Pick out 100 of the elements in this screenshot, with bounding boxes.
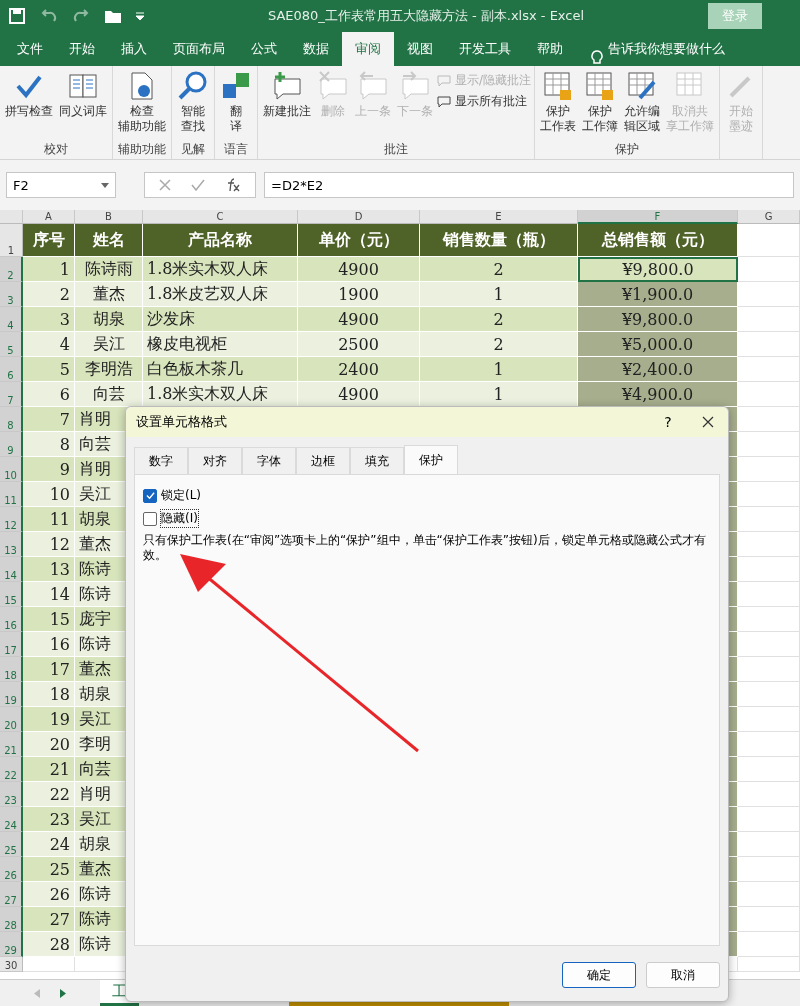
dialog-tab[interactable]: 字体 bbox=[242, 447, 296, 474]
row-header[interactable]: 13 bbox=[0, 532, 23, 557]
ribbon-tab[interactable]: 视图 bbox=[394, 32, 446, 66]
table-cell: 橡皮电视柜 bbox=[143, 332, 298, 357]
table-cell: 1.8米实木双人床 bbox=[143, 382, 298, 407]
ribbon-tab[interactable]: 页面布局 bbox=[160, 32, 238, 66]
column-header[interactable]: D bbox=[298, 210, 420, 224]
header-cell: 单价（元） bbox=[298, 224, 420, 257]
help-button[interactable]: ? bbox=[648, 414, 688, 430]
table-cell: 吴江 bbox=[75, 332, 143, 357]
table-cell: 5 bbox=[23, 357, 75, 382]
ribbon-tab[interactable]: 插入 bbox=[108, 32, 160, 66]
row-header[interactable]: 16 bbox=[0, 607, 23, 632]
row-header[interactable]: 19 bbox=[0, 682, 23, 707]
ribbon-tab[interactable]: 文件 bbox=[4, 32, 56, 66]
ribbon-button[interactable]: 显示所有批注 bbox=[437, 93, 532, 110]
row-header[interactable]: 20 bbox=[0, 707, 23, 732]
ribbon-button[interactable]: 检查 辅助功能 bbox=[116, 70, 168, 141]
checkbox[interactable]: 隐藏(I) bbox=[143, 510, 198, 527]
dialog-tab[interactable]: 数字 bbox=[134, 447, 188, 474]
table-cell: 15 bbox=[23, 607, 75, 632]
ribbon-tab[interactable]: 公式 bbox=[238, 32, 290, 66]
table-cell: ¥1,900.0 bbox=[578, 282, 738, 307]
table-cell: 1 bbox=[420, 382, 578, 407]
row-header[interactable]: 4 bbox=[0, 307, 23, 332]
column-header[interactable]: E bbox=[420, 210, 578, 224]
row-header[interactable]: 27 bbox=[0, 882, 23, 907]
column-header[interactable]: C bbox=[143, 210, 298, 224]
checkbox[interactable]: 锁定(L) bbox=[143, 487, 202, 504]
row-header[interactable]: 9 bbox=[0, 432, 23, 457]
table-cell: 6 bbox=[23, 382, 75, 407]
name-box[interactable]: F2 bbox=[6, 172, 116, 198]
column-header[interactable]: G bbox=[738, 210, 800, 224]
row-header[interactable]: 29 bbox=[0, 932, 23, 957]
table-cell: 2 bbox=[420, 257, 578, 282]
ribbon-button[interactable]: 新建批注 bbox=[261, 70, 313, 141]
customize-icon[interactable] bbox=[136, 12, 144, 20]
ribbon-button[interactable]: 允许编 辑区域 bbox=[622, 70, 663, 141]
row-header[interactable]: 10 bbox=[0, 457, 23, 482]
dialog-tab[interactable]: 边框 bbox=[296, 447, 350, 474]
row-header[interactable]: 11 bbox=[0, 482, 23, 507]
row-header[interactable]: 15 bbox=[0, 582, 23, 607]
row-header[interactable]: 14 bbox=[0, 557, 23, 582]
ribbon-button[interactable]: 翻 译 bbox=[218, 70, 254, 141]
header-cell: 总销售额（元） bbox=[578, 224, 738, 257]
table-cell: 13 bbox=[23, 557, 75, 582]
row-header[interactable]: 3 bbox=[0, 282, 23, 307]
ribbon-tab[interactable]: 开发工具 bbox=[446, 32, 524, 66]
ribbon-button[interactable]: 保护 工作表 bbox=[538, 70, 579, 141]
table-cell: 12 bbox=[23, 532, 75, 557]
dialog-button[interactable]: 取消 bbox=[646, 962, 720, 988]
table-cell: 沙发床 bbox=[143, 307, 298, 332]
function-icon[interactable] bbox=[225, 178, 241, 192]
table-cell: 10 bbox=[23, 482, 75, 507]
row-header[interactable]: 1 bbox=[0, 224, 23, 257]
column-header[interactable]: A bbox=[23, 210, 75, 224]
ribbon-button[interactable]: 同义词库 bbox=[57, 70, 109, 141]
row-header[interactable]: 6 bbox=[0, 357, 23, 382]
close-icon[interactable] bbox=[702, 416, 714, 428]
dialog-tab[interactable]: 保护 bbox=[404, 445, 458, 474]
row-header[interactable]: 24 bbox=[0, 807, 23, 832]
ribbon-button[interactable]: 保护 工作簿 bbox=[580, 70, 621, 141]
row-header[interactable]: 26 bbox=[0, 857, 23, 882]
row-header[interactable]: 30 bbox=[0, 957, 23, 972]
column-header[interactable]: B bbox=[75, 210, 143, 224]
ribbon-button[interactable]: 智能 查找 bbox=[175, 70, 211, 141]
ribbon-tab[interactable]: 帮助 bbox=[524, 32, 576, 66]
row-header[interactable]: 22 bbox=[0, 757, 23, 782]
ribbon-tab[interactable]: 数据 bbox=[290, 32, 342, 66]
column-header[interactable]: F bbox=[578, 210, 738, 224]
row-header[interactable]: 17 bbox=[0, 632, 23, 657]
row-header[interactable]: 8 bbox=[0, 407, 23, 432]
group-label: 保护 bbox=[614, 141, 641, 158]
row-header[interactable]: 21 bbox=[0, 732, 23, 757]
row-header[interactable]: 2 bbox=[0, 257, 23, 282]
table-cell: ¥5,000.0 bbox=[578, 332, 738, 357]
table-cell: 2400 bbox=[298, 357, 420, 382]
save-icon[interactable] bbox=[8, 7, 26, 25]
row-header[interactable]: 23 bbox=[0, 782, 23, 807]
row-header[interactable]: 18 bbox=[0, 657, 23, 682]
dialog-tab[interactable]: 对齐 bbox=[188, 447, 242, 474]
ribbon-button[interactable]: 拼写检查 bbox=[3, 70, 55, 141]
dialog-button[interactable]: 确定 bbox=[562, 962, 636, 988]
ribbon-tab[interactable]: 开始 bbox=[56, 32, 108, 66]
table-cell: 21 bbox=[23, 757, 75, 782]
row-header[interactable]: 7 bbox=[0, 382, 23, 407]
table-cell: ¥9,800.0 bbox=[578, 307, 738, 332]
dropdown-icon[interactable] bbox=[101, 182, 109, 188]
row-header[interactable]: 28 bbox=[0, 907, 23, 932]
row-header[interactable]: 12 bbox=[0, 507, 23, 532]
next-sheet-icon[interactable] bbox=[60, 988, 66, 998]
row-header[interactable]: 25 bbox=[0, 832, 23, 857]
table-cell: 1 bbox=[420, 357, 578, 382]
tell-me-field[interactable]: 告诉我你想要做什么 bbox=[608, 32, 725, 66]
row-header[interactable]: 5 bbox=[0, 332, 23, 357]
ribbon-tab[interactable]: 审阅 bbox=[342, 32, 394, 66]
table-cell: 1900 bbox=[298, 282, 420, 307]
table-cell: ¥9,800.0 bbox=[578, 257, 738, 282]
formula-field[interactable]: =D2*E2 bbox=[264, 172, 794, 198]
dialog-tab[interactable]: 填充 bbox=[350, 447, 404, 474]
